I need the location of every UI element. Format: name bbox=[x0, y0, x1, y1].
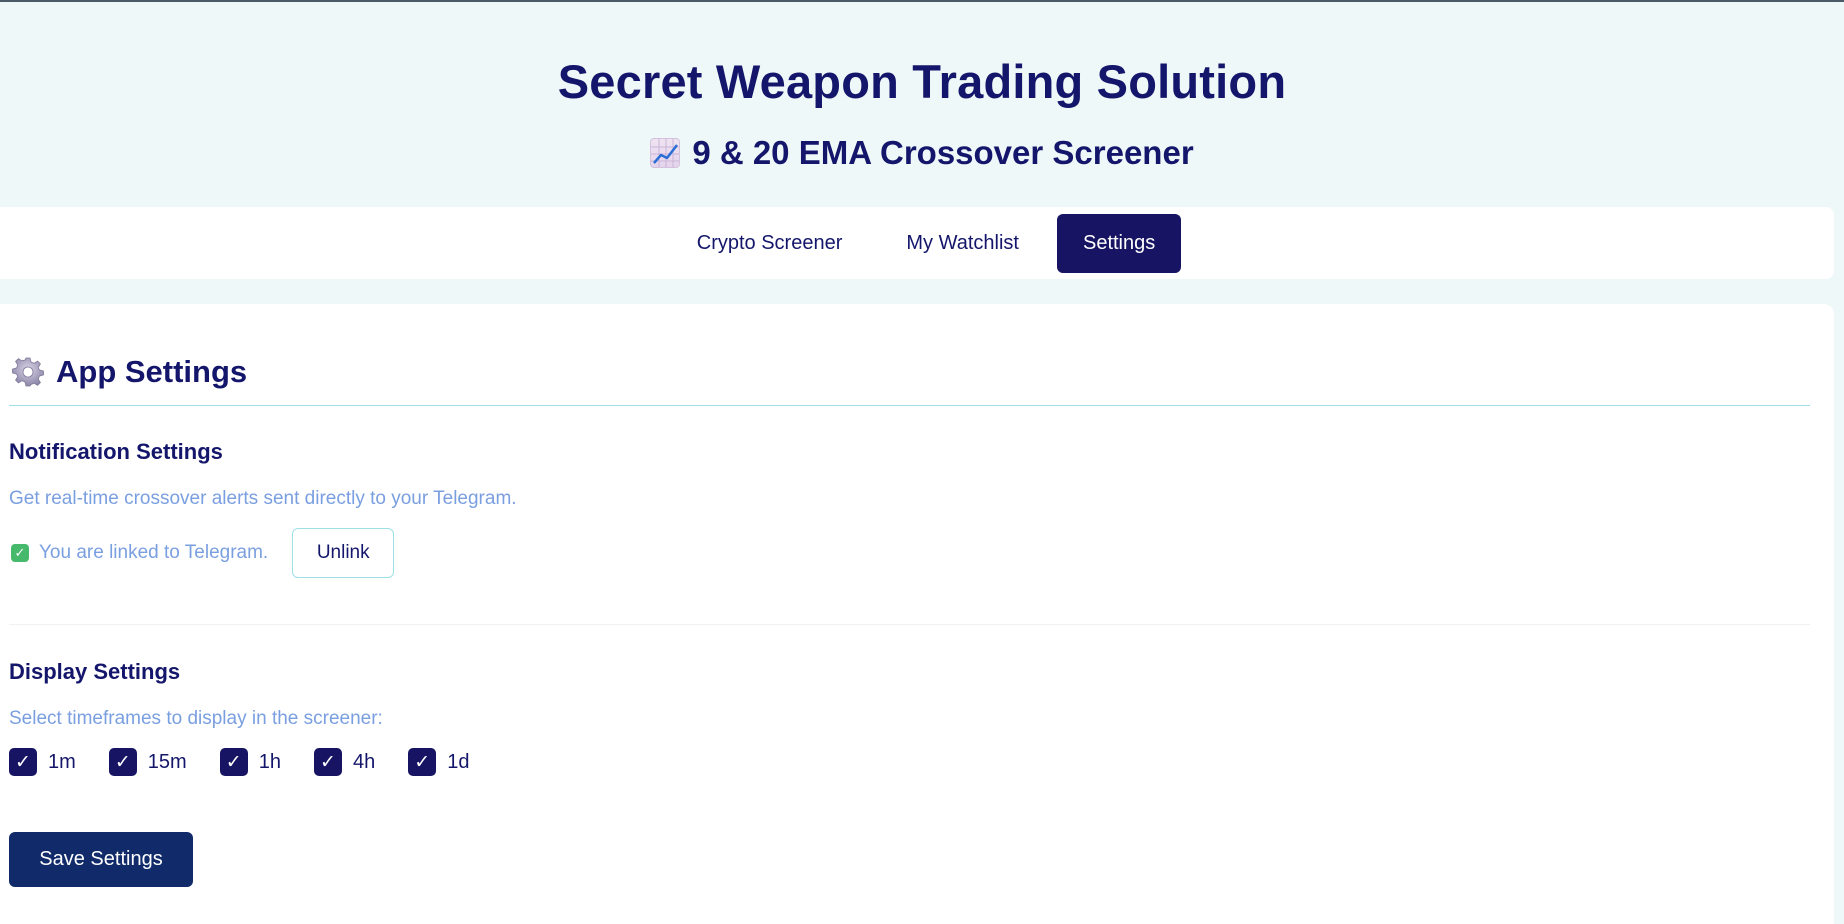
tab-settings[interactable]: Settings bbox=[1056, 213, 1182, 273]
display-description: Select timeframes to display in the scre… bbox=[9, 708, 383, 729]
timeframe-label: 15m bbox=[147, 750, 187, 773]
notification-description: Get real-time crossover alerts sent dire… bbox=[9, 488, 517, 509]
main-nav: Crypto Screener My Watchlist Settings bbox=[0, 207, 1834, 279]
divider bbox=[9, 624, 1810, 625]
telegram-status-text: You are linked to Telegram. bbox=[39, 542, 269, 563]
settings-title-text: App Settings bbox=[56, 354, 248, 389]
timeframe-1d-option[interactable]: ✓ 1d bbox=[408, 748, 469, 776]
timeframe-label: 1m bbox=[48, 750, 76, 773]
display-settings-heading: Display Settings bbox=[9, 659, 181, 684]
page-subtitle: 9 & 20 EMA Crossover Screener bbox=[0, 134, 1844, 172]
gear-icon bbox=[12, 357, 44, 387]
subtitle-text: 9 & 20 EMA Crossover Screener bbox=[692, 134, 1194, 171]
timeframe-4h-option[interactable]: ✓ 4h bbox=[313, 748, 376, 776]
settings-title: App Settings bbox=[12, 354, 247, 390]
timeframe-options: ✓ 1m ✓ 15m ✓ 1h ✓ 4h ✓ 1d bbox=[9, 747, 502, 777]
timeframe-1h-checkbox[interactable]: ✓ bbox=[219, 748, 248, 776]
timeframe-1m-checkbox[interactable]: ✓ bbox=[9, 748, 37, 776]
tab-my-watchlist[interactable]: My Watchlist bbox=[880, 214, 1045, 273]
timeframe-15m-checkbox[interactable]: ✓ bbox=[108, 748, 137, 776]
unlink-button[interactable]: Unlink bbox=[292, 528, 395, 578]
notification-settings-heading: Notification Settings bbox=[9, 439, 223, 464]
telegram-link-status: ✓ You are linked to Telegram. Unlink bbox=[11, 528, 395, 578]
app-header: Secret Weapon Trading Solution 9 & 20 EM… bbox=[0, 2, 1844, 207]
timeframe-label: 1d bbox=[447, 750, 470, 773]
app-title: Secret Weapon Trading Solution bbox=[557, 55, 1287, 108]
timeframe-4h-checkbox[interactable]: ✓ bbox=[313, 748, 342, 776]
settings-panel: App Settings Notification Settings Get r… bbox=[0, 304, 1834, 924]
tab-crypto-screener[interactable]: Crypto Screener bbox=[671, 214, 869, 273]
chart-increasing-icon bbox=[650, 138, 681, 168]
timeframe-label: 4h bbox=[352, 750, 376, 773]
timeframe-15m-option[interactable]: ✓ 15m bbox=[108, 748, 187, 776]
timeframe-1h-option[interactable]: ✓ 1h bbox=[219, 748, 281, 776]
divider bbox=[9, 405, 1810, 406]
timeframe-label: 1h bbox=[258, 750, 281, 773]
timeframe-1m-option[interactable]: ✓ 1m bbox=[9, 748, 76, 776]
timeframe-1d-checkbox[interactable]: ✓ bbox=[408, 748, 437, 776]
check-mark-button-icon: ✓ bbox=[11, 544, 29, 562]
save-settings-button[interactable]: Save Settings bbox=[9, 832, 193, 887]
